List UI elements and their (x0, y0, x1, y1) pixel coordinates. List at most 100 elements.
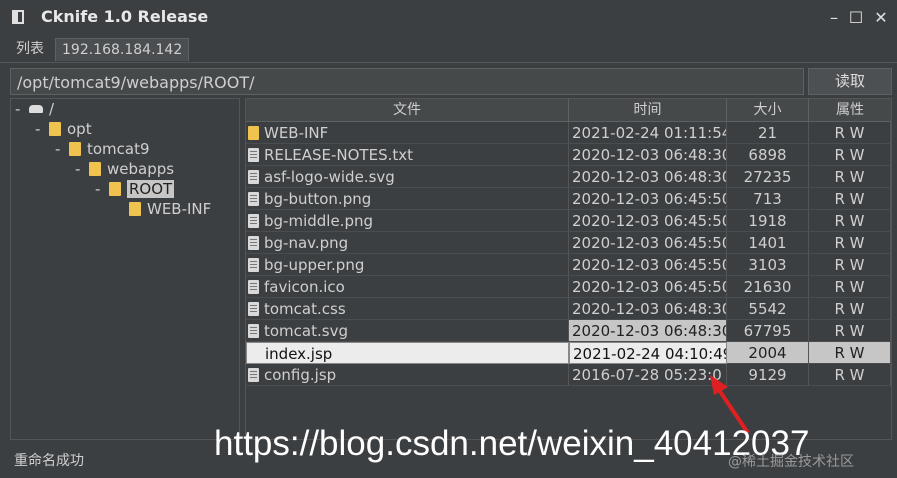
file-attr-cell[interactable]: R W (809, 298, 891, 320)
file-name-cell[interactable]: config.jsp (246, 364, 569, 386)
file-name-cell[interactable]: tomcat.svg (246, 320, 569, 342)
file-attr-cell[interactable]: R W (809, 210, 891, 232)
window-title: Cknife 1.0 Release (41, 7, 209, 26)
file-name-cell[interactable]: bg-upper.png (246, 254, 569, 276)
table-row[interactable]: favicon.ico 2020-12-03 06:45:50 21630 R W (246, 276, 891, 298)
table-row[interactable]: tomcat.svg 2020-12-03 06:48:30 67795 R W (246, 320, 891, 342)
drive-icon (29, 105, 43, 113)
file-attr-cell[interactable]: R W (809, 364, 891, 386)
status-text: 重命名成功 (14, 453, 84, 469)
table-header: 文件 时间 大小 属性 (246, 99, 891, 122)
file-name-cell[interactable]: WEB-INF (246, 122, 569, 144)
file-size-cell[interactable]: 67795 (727, 320, 809, 342)
file-time-cell[interactable]: 2020-12-03 06:45:50 (569, 188, 727, 210)
folder-icon (109, 182, 121, 196)
tree-label: WEB-INF (147, 200, 212, 218)
table-row[interactable]: bg-upper.png 2020-12-03 06:45:50 3103 R W (246, 254, 891, 276)
tree-toggle[interactable]: - (55, 139, 69, 159)
folder-icon (49, 122, 61, 136)
table-row[interactable]: tomcat.css 2020-12-03 06:48:30 5542 R W (246, 298, 891, 320)
file-time-cell[interactable]: 2020-12-03 06:48:30 (569, 320, 727, 342)
table-row[interactable]: index.jsp 2021-02-24 04:10:49 2004 R W (246, 342, 891, 364)
tree-label: / (49, 100, 55, 118)
file-attr-cell[interactable]: R W (809, 320, 891, 342)
tree-node-web-inf[interactable]: WEB-INF (129, 199, 211, 219)
maximize-button[interactable]: ☐ (845, 7, 867, 29)
file-attr-cell[interactable]: R W (809, 342, 891, 364)
file-name-cell[interactable]: index.jsp (246, 342, 569, 364)
directory-tree: - / - opt - tomcat9 - webapps - ROOT WEB-INF (10, 98, 240, 440)
file-size-cell[interactable]: 5542 (727, 298, 809, 320)
file-size-cell[interactable]: 27235 (727, 166, 809, 188)
file-time-cell[interactable]: 2020-12-03 06:45:50 (569, 210, 727, 232)
tree-node-webapps[interactable]: - webapps (75, 159, 174, 179)
file-attr-cell[interactable]: R W (809, 122, 891, 144)
file-time-cell[interactable]: 2021-02-24 01:11:54 (569, 122, 727, 144)
file-attr-cell[interactable]: R W (809, 166, 891, 188)
file-size-cell[interactable]: 3103 (727, 254, 809, 276)
file-size-cell[interactable]: 1401 (727, 232, 809, 254)
file-name-cell[interactable]: asf-logo-wide.svg (246, 166, 569, 188)
title-bar: Cknife 1.0 Release – ☐ ✕ (0, 0, 897, 36)
tree-label: tomcat9 (87, 140, 150, 158)
file-size-cell[interactable]: 2004 (727, 342, 809, 364)
file-attr-cell[interactable]: R W (809, 188, 891, 210)
tree-label: webapps (107, 160, 175, 178)
header-size[interactable]: 大小 (727, 99, 809, 121)
file-size-cell[interactable]: 21 (727, 122, 809, 144)
tree-node-tomcat9[interactable]: - tomcat9 (55, 139, 150, 159)
file-size-cell[interactable]: 713 (727, 188, 809, 210)
header-file[interactable]: 文件 (246, 99, 569, 121)
tree-label: ROOT (127, 180, 175, 198)
file-attr-cell[interactable]: R W (809, 144, 891, 166)
tree-toggle[interactable]: - (95, 179, 109, 199)
tree-toggle[interactable]: - (15, 99, 29, 119)
tree-node-root-dir[interactable]: - ROOT (95, 179, 175, 199)
file-name-cell[interactable]: RELEASE-NOTES.txt (246, 144, 569, 166)
file-time-cell[interactable]: 2020-12-03 06:45:50 (569, 276, 727, 298)
file-name-cell[interactable]: bg-middle.png (246, 210, 569, 232)
table-row[interactable]: asf-logo-wide.svg 2020-12-03 06:48:30 2723… (246, 166, 891, 188)
tree-toggle[interactable]: - (75, 159, 89, 179)
file-name-cell[interactable]: favicon.ico (246, 276, 569, 298)
file-size-cell[interactable]: 6898 (727, 144, 809, 166)
header-attr[interactable]: 属性 (809, 99, 891, 121)
tree-label: opt (67, 120, 92, 138)
file-attr-cell[interactable]: R W (809, 276, 891, 298)
file-attr-cell[interactable]: R W (809, 254, 891, 276)
table-row[interactable]: bg-button.png 2020-12-03 06:45:50 713 R W (246, 188, 891, 210)
table-row[interactable]: bg-nav.png 2020-12-03 06:45:50 1401 R W (246, 232, 891, 254)
file-attr-cell[interactable]: R W (809, 232, 891, 254)
tab-host[interactable]: 192.168.184.142 (55, 38, 190, 61)
tree-toggle[interactable]: - (35, 119, 49, 139)
app-icon (12, 10, 24, 24)
tab-list[interactable]: 列表 (10, 38, 50, 60)
file-name-cell[interactable]: tomcat.css (246, 298, 569, 320)
folder-icon (129, 202, 141, 216)
file-time-cell[interactable]: 2020-12-03 06:45:50 (569, 232, 727, 254)
header-time[interactable]: 时间 (569, 99, 727, 121)
table-row[interactable]: config.jsp 2016-07-28 05:23:0 9129 R W (246, 364, 891, 386)
close-button[interactable]: ✕ (870, 7, 892, 29)
table-row[interactable]: WEB-INF 2021-02-24 01:11:54 21 R W (246, 122, 891, 144)
file-time-cell[interactable]: 2020-12-03 06:45:50 (569, 254, 727, 276)
file-name-cell[interactable]: bg-button.png (246, 188, 569, 210)
file-name-cell[interactable]: bg-nav.png (246, 232, 569, 254)
read-button[interactable]: 读取 (808, 68, 892, 95)
minimize-button[interactable]: – (823, 7, 845, 29)
tree-node-opt[interactable]: - opt (35, 119, 92, 139)
table-row[interactable]: RELEASE-NOTES.txt 2020-12-03 06:48:30 6898… (246, 144, 891, 166)
file-size-cell[interactable]: 21630 (727, 276, 809, 298)
file-size-cell[interactable]: 1918 (727, 210, 809, 232)
file-time-cell[interactable]: 2021-02-24 04:10:49 (569, 342, 727, 364)
folder-icon (69, 142, 81, 156)
tab-bar: 列表 192.168.184.142 (0, 36, 897, 63)
file-table: 文件 时间 大小 属性 WEB-INF 2021-02-24 01:11:54 21… (245, 98, 892, 440)
table-row[interactable]: bg-middle.png 2020-12-03 06:45:50 1918 R W (246, 210, 891, 232)
file-time-cell[interactable]: 2020-12-03 06:48:30 (569, 144, 727, 166)
folder-icon (89, 162, 101, 176)
path-input[interactable]: /opt/tomcat9/webapps/ROOT/ (10, 68, 804, 95)
file-time-cell[interactable]: 2020-12-03 06:48:30 (569, 298, 727, 320)
file-time-cell[interactable]: 2020-12-03 06:48:30 (569, 166, 727, 188)
tree-node-root[interactable]: - / (15, 99, 54, 119)
